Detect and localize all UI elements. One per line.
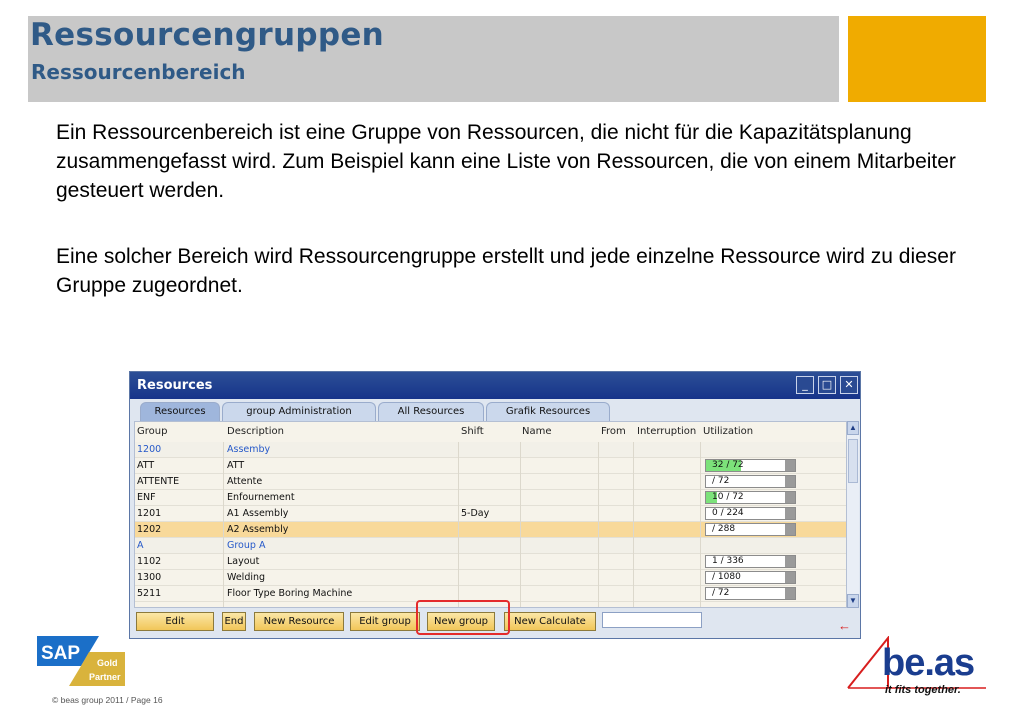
utilization-bar: 0 / 224 — [705, 507, 796, 520]
utilization-text: / 1080 — [712, 572, 741, 582]
red-arrow-mark: ← — [838, 618, 851, 633]
tab-group-administration[interactable]: group Administration — [222, 402, 376, 421]
cell-description: Enfournement — [227, 492, 295, 503]
cell-description: ATT — [227, 460, 245, 471]
utilization-bar: / 72 — [705, 587, 796, 600]
sap-badge-line2: Partner — [89, 672, 121, 682]
utilization-bar: / 72 — [705, 475, 796, 488]
tab-all-resources[interactable]: All Resources — [378, 402, 484, 421]
tab-bar: Resources group Administration All Resou… — [130, 401, 860, 421]
column-header-shift[interactable]: Shift — [461, 422, 484, 442]
column-header-group[interactable]: Group — [137, 422, 167, 442]
tab-resources[interactable]: Resources — [140, 402, 220, 421]
utilization-bar-end — [785, 572, 795, 583]
slide-subtitle: Ressourcenbereich — [31, 60, 246, 84]
cell-group: ENF — [137, 492, 156, 503]
copyright-text: © beas group 2011 / Page 16 — [52, 695, 163, 705]
utilization-bar-end — [785, 556, 795, 567]
utilization-text: / 72 — [712, 588, 730, 598]
slide-title: Ressourcengruppen — [30, 17, 385, 53]
sap-gold-partner-logo: SAP Gold Partner — [37, 636, 125, 686]
utilization-bar-end — [785, 588, 795, 599]
maximize-icon[interactable]: □ — [818, 376, 836, 394]
column-header-utilization[interactable]: Utilization — [703, 422, 753, 442]
utilization-bar-end — [785, 508, 795, 519]
sap-badge-line1: Gold — [97, 658, 118, 668]
sap-logo-text: SAP — [41, 643, 80, 664]
cell-description: Assemby — [227, 444, 271, 455]
end-button[interactable]: End — [222, 612, 246, 631]
cell-group: A — [137, 540, 144, 551]
column-header-from[interactable]: From — [601, 422, 626, 442]
table-row[interactable]: 1201 A1 Assembly 5-Day 0 / 224 — [135, 506, 846, 522]
cell-shift: 5-Day — [461, 508, 490, 519]
cell-group: ATT — [137, 460, 155, 471]
scroll-down-icon[interactable]: ▼ — [847, 594, 859, 608]
body-paragraph-2: Eine solcher Bereich wird Ressourcengrup… — [56, 245, 956, 297]
window-titlebar[interactable]: Resources _ □ ✕ — [130, 372, 860, 399]
cell-group: 1202 — [137, 524, 162, 535]
new-calculate-button[interactable]: New Calculate — [504, 612, 596, 631]
cell-description: A1 Assembly — [227, 508, 289, 519]
highlight-annotation — [416, 600, 510, 635]
cell-group: 1300 — [137, 572, 162, 583]
utilization-bar-end — [785, 476, 795, 487]
table-row[interactable]: ATT ATT 32 / 72 — [135, 458, 846, 474]
cell-description: A2 Assembly — [227, 524, 289, 535]
cell-group: 1102 — [137, 556, 162, 567]
tab-grafik-resources[interactable]: Grafik Resources — [486, 402, 610, 421]
utilization-bar: 1 / 336 — [705, 555, 796, 568]
column-header-name[interactable]: Name — [522, 422, 552, 442]
utilization-text: 0 / 224 — [712, 508, 744, 518]
utilization-bar: / 1080 — [705, 571, 796, 584]
calculate-input[interactable] — [602, 612, 702, 628]
column-header-interruption[interactable]: Interruption — [637, 422, 696, 442]
table-row[interactable]: 1202 A2 Assembly / 288 — [135, 522, 846, 538]
beas-slogan: it fits together. — [885, 684, 961, 696]
resources-grid: Group Description Shift Name From Interr… — [134, 421, 847, 608]
button-row: Edit End New Resource Edit group New gro… — [130, 600, 860, 638]
utilization-bar-end — [785, 492, 795, 503]
utilization-bar-end — [785, 524, 795, 535]
column-header-description[interactable]: Description — [227, 422, 284, 442]
table-row[interactable]: 1300 Welding / 1080 — [135, 570, 846, 586]
utilization-text: / 72 — [712, 476, 730, 486]
utilization-bar: 32 / 72 — [705, 459, 796, 472]
table-row[interactable]: ATTENTE Attente / 72 — [135, 474, 846, 490]
edit-button[interactable]: Edit — [136, 612, 214, 631]
utilization-text: 1 / 336 — [712, 556, 744, 566]
vertical-scrollbar[interactable]: ▲ ▼ — [846, 421, 859, 608]
utilization-bar-end — [785, 460, 795, 471]
group-row[interactable]: 1200 Assemby — [135, 442, 846, 458]
body-paragraph-1: Ein Ressourcenbereich ist eine Gruppe vo… — [56, 121, 956, 202]
cell-description: Welding — [227, 572, 266, 583]
resources-window: Resources _ □ ✕ Resources group Administ… — [129, 371, 861, 639]
cell-group: 5211 — [137, 588, 162, 599]
utilization-text: 32 / 72 — [712, 460, 744, 470]
cell-group: 1200 — [137, 444, 162, 455]
cell-group: 1201 — [137, 508, 162, 519]
new-resource-button[interactable]: New Resource — [254, 612, 344, 631]
beas-logo-text: be.as — [882, 642, 975, 684]
scroll-thumb[interactable] — [848, 439, 858, 483]
utilization-bar: 10 / 72 — [705, 491, 796, 504]
utilization-text: / 288 — [712, 524, 736, 534]
table-row[interactable]: 1102 Layout 1 / 336 — [135, 554, 846, 570]
accent-block — [848, 16, 986, 102]
utilization-bar: / 288 — [705, 523, 796, 536]
table-row[interactable]: ENF Enfournement 10 / 72 — [135, 490, 846, 506]
window-title: Resources — [137, 378, 213, 393]
utilization-text: 10 / 72 — [712, 492, 744, 502]
cell-description: Layout — [227, 556, 260, 567]
edit-group-button[interactable]: Edit group — [350, 612, 420, 631]
cell-description: Attente — [227, 476, 263, 487]
cell-description: Group A — [227, 540, 266, 551]
group-row[interactable]: A Group A — [135, 538, 846, 554]
scroll-up-icon[interactable]: ▲ — [847, 421, 859, 435]
cell-description: Floor Type Boring Machine — [227, 588, 353, 599]
close-icon[interactable]: ✕ — [840, 376, 858, 394]
minimize-icon[interactable]: _ — [796, 376, 814, 394]
cell-group: ATTENTE — [137, 476, 180, 487]
